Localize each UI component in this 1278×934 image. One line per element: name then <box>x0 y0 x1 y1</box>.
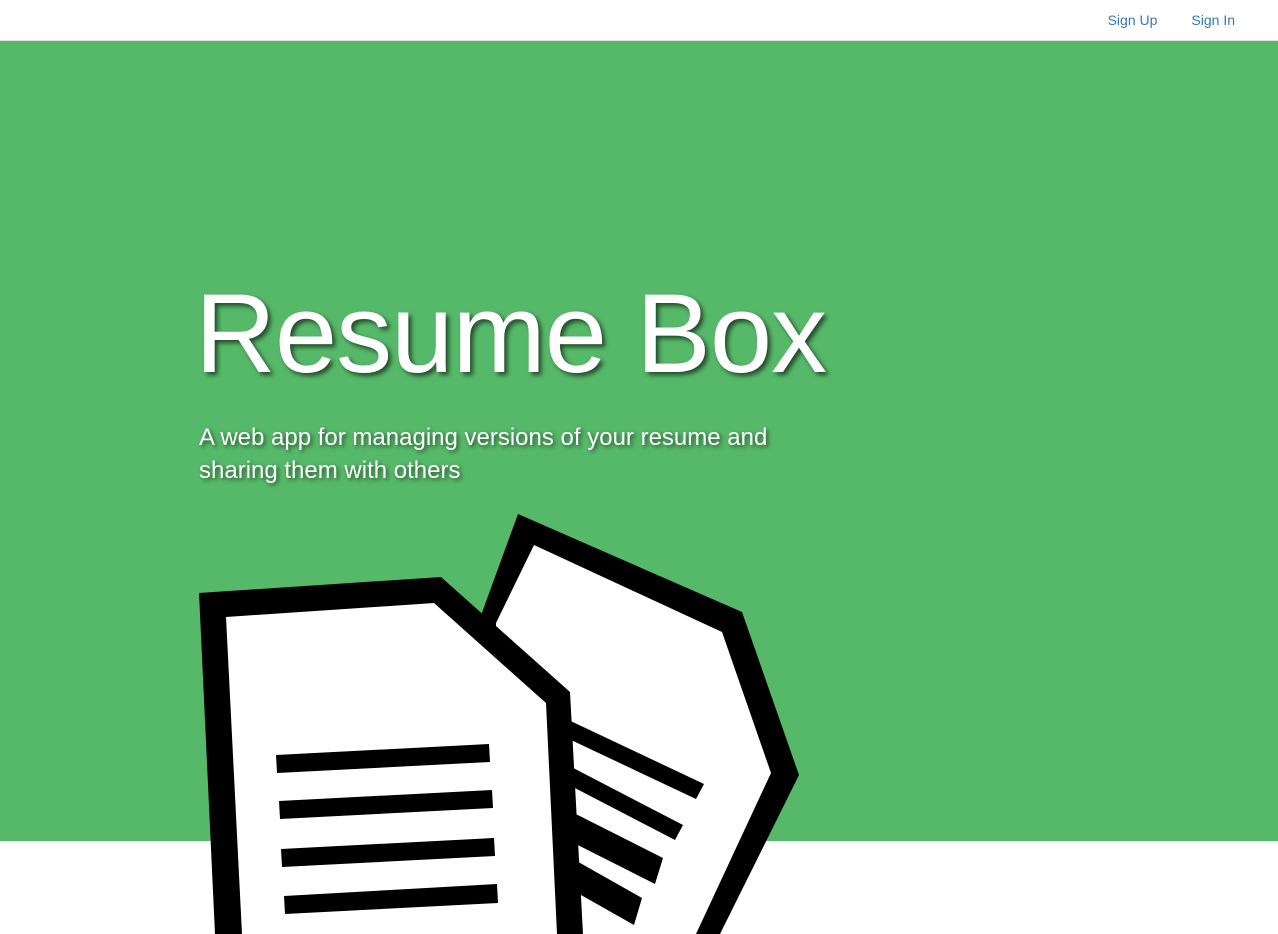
sign-up-link[interactable]: Sign Up <box>1091 0 1175 40</box>
nav-links: Sign Up Sign In <box>1091 0 1252 40</box>
hero-title: Resume Box <box>195 271 827 396</box>
top-navbar: Sign Up Sign In <box>0 0 1278 41</box>
hero-subtitle: A web app for managing versions of your … <box>199 424 768 484</box>
sign-in-link[interactable]: Sign In <box>1174 0 1252 40</box>
hero-banner: Resume Box A web app for managing versio… <box>0 41 1278 841</box>
